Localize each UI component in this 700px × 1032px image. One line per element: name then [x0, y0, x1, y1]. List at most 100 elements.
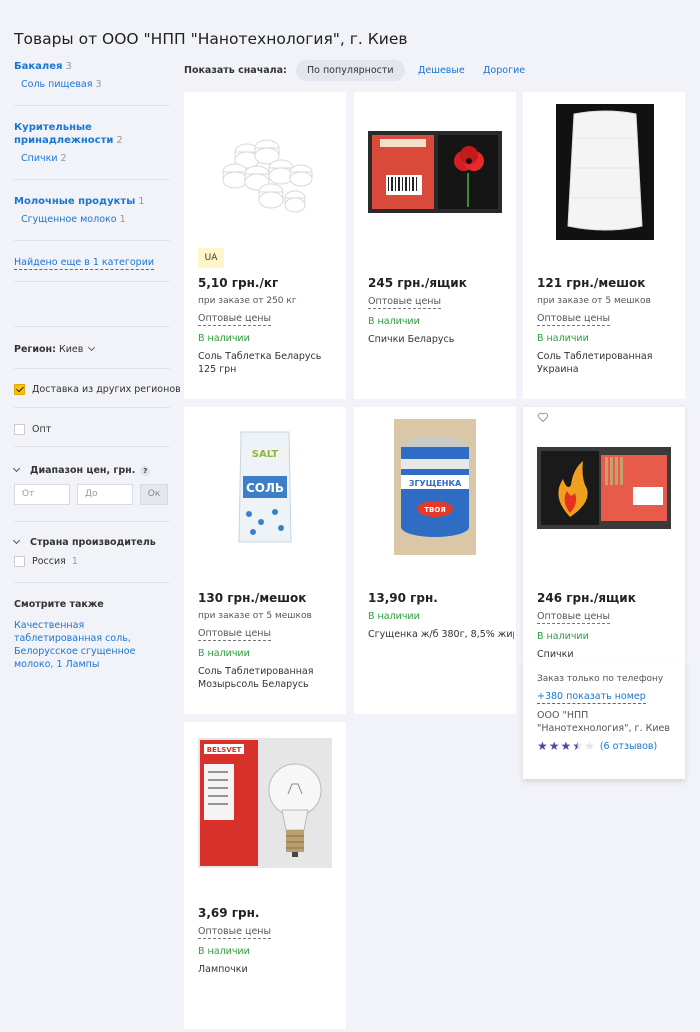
- more-categories-link[interactable]: Найдено еще в 1 категории: [14, 257, 155, 270]
- wholesale-prices-link[interactable]: Оптовые цены: [198, 628, 272, 641]
- category-group-grocery: Бакалея 3 Соль пищевая 3: [14, 60, 170, 90]
- price-range-label: Диапазон цен, грн.: [30, 465, 136, 476]
- category-link-grocery[interactable]: Бакалея: [14, 61, 62, 72]
- product-price: 245 грн./ящик: [368, 276, 467, 290]
- product-price: 3,69 грн.: [198, 906, 260, 920]
- product-name[interactable]: Сгущенка ж/б 380г, 8,5% жирн.: [368, 628, 514, 641]
- show-phone-link[interactable]: +380 показать номер: [537, 691, 646, 704]
- star-filled-icon: ★: [548, 739, 560, 753]
- category-count: 1: [138, 196, 145, 207]
- divider: [14, 326, 170, 327]
- help-icon[interactable]: ?: [140, 465, 151, 476]
- reviews-link[interactable]: (6 отзывов): [600, 741, 657, 752]
- subcategory-link-salt[interactable]: Соль пищевая: [21, 79, 92, 90]
- wholesale-prices-link[interactable]: Оптовые цены: [198, 313, 272, 326]
- divider: [14, 407, 170, 408]
- sort-cheap-button[interactable]: Дешевые: [407, 60, 476, 81]
- product-price: 121 грн./мешок: [537, 276, 646, 290]
- region-selector[interactable]: Регион: Киев: [14, 343, 96, 355]
- product-card[interactable]: 245 грн./ящик Оптовые цены В наличии Спи…: [354, 92, 516, 399]
- price-range-toggle[interactable]: Диапазон цен, грн. ?: [12, 464, 151, 476]
- product-card[interactable]: ЗГУЩЕНКА ТВОЯ 13,90 грн. В наличии Сгуще…: [354, 407, 516, 714]
- checkbox-label: Россия: [32, 556, 66, 567]
- price-from-input[interactable]: От: [14, 484, 70, 505]
- sort-expensive-button[interactable]: Дорогие: [472, 60, 536, 81]
- star-empty-icon: ★: [584, 739, 595, 753]
- product-image-salt-tablets[interactable]: [198, 104, 332, 240]
- sort-popular-button[interactable]: По популярности: [296, 60, 405, 81]
- country-count: 1: [71, 556, 78, 567]
- checkbox-icon: [14, 556, 25, 567]
- product-image-condensed-milk-can[interactable]: ЗГУЩЕНКА ТВОЯ: [394, 419, 476, 555]
- country-label: Страна производитель: [30, 537, 156, 548]
- product-condition: при заказе от 250 кг: [198, 296, 297, 306]
- product-price: 130 грн./мешок: [198, 591, 307, 605]
- product-name[interactable]: Соль Таблетированная Мозырьсоль Беларусь: [198, 665, 338, 691]
- star-filled-icon: ★: [560, 739, 572, 753]
- stock-status: В наличии: [537, 631, 589, 642]
- category-group-dairy: Молочные продукты 1 Сгущенное молоко 1: [14, 195, 170, 225]
- wholesale-prices-link[interactable]: Оптовые цены: [537, 611, 611, 624]
- favorite-heart-icon[interactable]: [537, 411, 549, 423]
- price-to-input[interactable]: До: [77, 484, 133, 505]
- checkbox-label: Опт: [32, 424, 52, 435]
- wholesale-checkbox[interactable]: Опт: [14, 424, 51, 435]
- product-name[interactable]: Лампочки: [198, 963, 338, 976]
- product-condition: при заказе от 5 мешков: [537, 296, 651, 306]
- seller-rating: ★ ★ ★ ★ ★ (6 отзывов): [537, 739, 657, 753]
- wholesale-prices-link[interactable]: Оптовые цены: [537, 313, 611, 326]
- stock-status: В наличии: [198, 946, 250, 957]
- wholesale-prices-link[interactable]: Оптовые цены: [198, 926, 272, 939]
- star-half-icon: ★: [572, 739, 584, 753]
- star-filled-icon: ★: [537, 739, 548, 753]
- checkbox-checked-icon: [14, 384, 25, 395]
- divider: [14, 368, 170, 369]
- category-link-dairy[interactable]: Молочные продукты: [14, 196, 135, 207]
- sort-label: Показать сначала:: [184, 65, 287, 76]
- product-card[interactable]: 246 грн./ящик Оптовые цены В наличии Спи…: [523, 407, 685, 660]
- chevron-down-icon: [12, 464, 21, 473]
- product-price: 5,10 грн./кг: [198, 276, 279, 290]
- stock-status: В наличии: [198, 333, 250, 344]
- region-value: Киев: [58, 344, 84, 355]
- price-ok-button[interactable]: Ок: [140, 484, 168, 505]
- divider: [14, 521, 170, 522]
- subcategory-count: 1: [119, 214, 126, 225]
- divider: [14, 582, 170, 583]
- svg-text:SALT: SALT: [252, 449, 279, 460]
- product-card[interactable]: 121 грн./мешок при заказе от 5 мешков Оп…: [523, 92, 685, 399]
- category-label-line2: принадлежности: [14, 135, 114, 146]
- subcategory-count: 2: [60, 153, 67, 164]
- product-name[interactable]: Соль Таблетка Беларусь 125 грн: [198, 350, 338, 376]
- subcategory-count: 3: [95, 79, 102, 90]
- region-label: Регион:: [14, 344, 56, 355]
- category-count: 2: [116, 135, 123, 146]
- product-image-matchbox-fire[interactable]: [537, 447, 671, 529]
- divider: [14, 446, 170, 447]
- checkbox-label: Доставка из других регионов: [32, 384, 181, 395]
- product-image-matchbox-poppy[interactable]: [368, 104, 502, 240]
- delivery-other-regions-checkbox[interactable]: Доставка из других регионов: [14, 384, 181, 395]
- product-card[interactable]: UA 5,10 грн./кг при заказе от 250 кг Опт…: [184, 92, 346, 399]
- see-also-links[interactable]: Качественная таблетированная соль, Белор…: [14, 619, 172, 671]
- category-label-line1: Курительные: [14, 122, 92, 133]
- product-image-lightbulb[interactable]: BELSVET: [198, 738, 332, 868]
- product-name[interactable]: Спички Беларусь: [368, 333, 508, 346]
- seller-name-link[interactable]: ООО "НПП "Нанотехнология", г. Киев: [537, 709, 673, 735]
- product-name[interactable]: Соль Таблетированная Украина: [537, 350, 677, 376]
- stock-status: В наличии: [368, 316, 420, 327]
- product-condition: при заказе от 5 мешков: [198, 611, 312, 621]
- chevron-down-icon: [12, 536, 21, 545]
- product-card[interactable]: SALT СОЛЬ 130 грн./мешок при заказе от 5…: [184, 407, 346, 714]
- stock-status: В наличии: [368, 611, 420, 622]
- product-card[interactable]: BELSVET 3,69 грн. Оптовые цены В наличии…: [184, 722, 346, 1029]
- wholesale-prices-link[interactable]: Оптовые цены: [368, 296, 442, 309]
- product-image-salt-sack[interactable]: SALT СОЛЬ: [198, 419, 332, 555]
- subcategory-link-condensed-milk[interactable]: Сгущенное молоко: [21, 214, 117, 225]
- product-image-white-sack[interactable]: [556, 104, 654, 240]
- country-russia-checkbox[interactable]: Россия 1: [14, 556, 78, 567]
- country-toggle[interactable]: Страна производитель: [12, 536, 156, 548]
- chevron-down-icon: [88, 343, 96, 352]
- subcategory-link-matches[interactable]: Спички: [21, 153, 58, 164]
- category-link-smoking[interactable]: Курительные принадлежности: [14, 122, 113, 146]
